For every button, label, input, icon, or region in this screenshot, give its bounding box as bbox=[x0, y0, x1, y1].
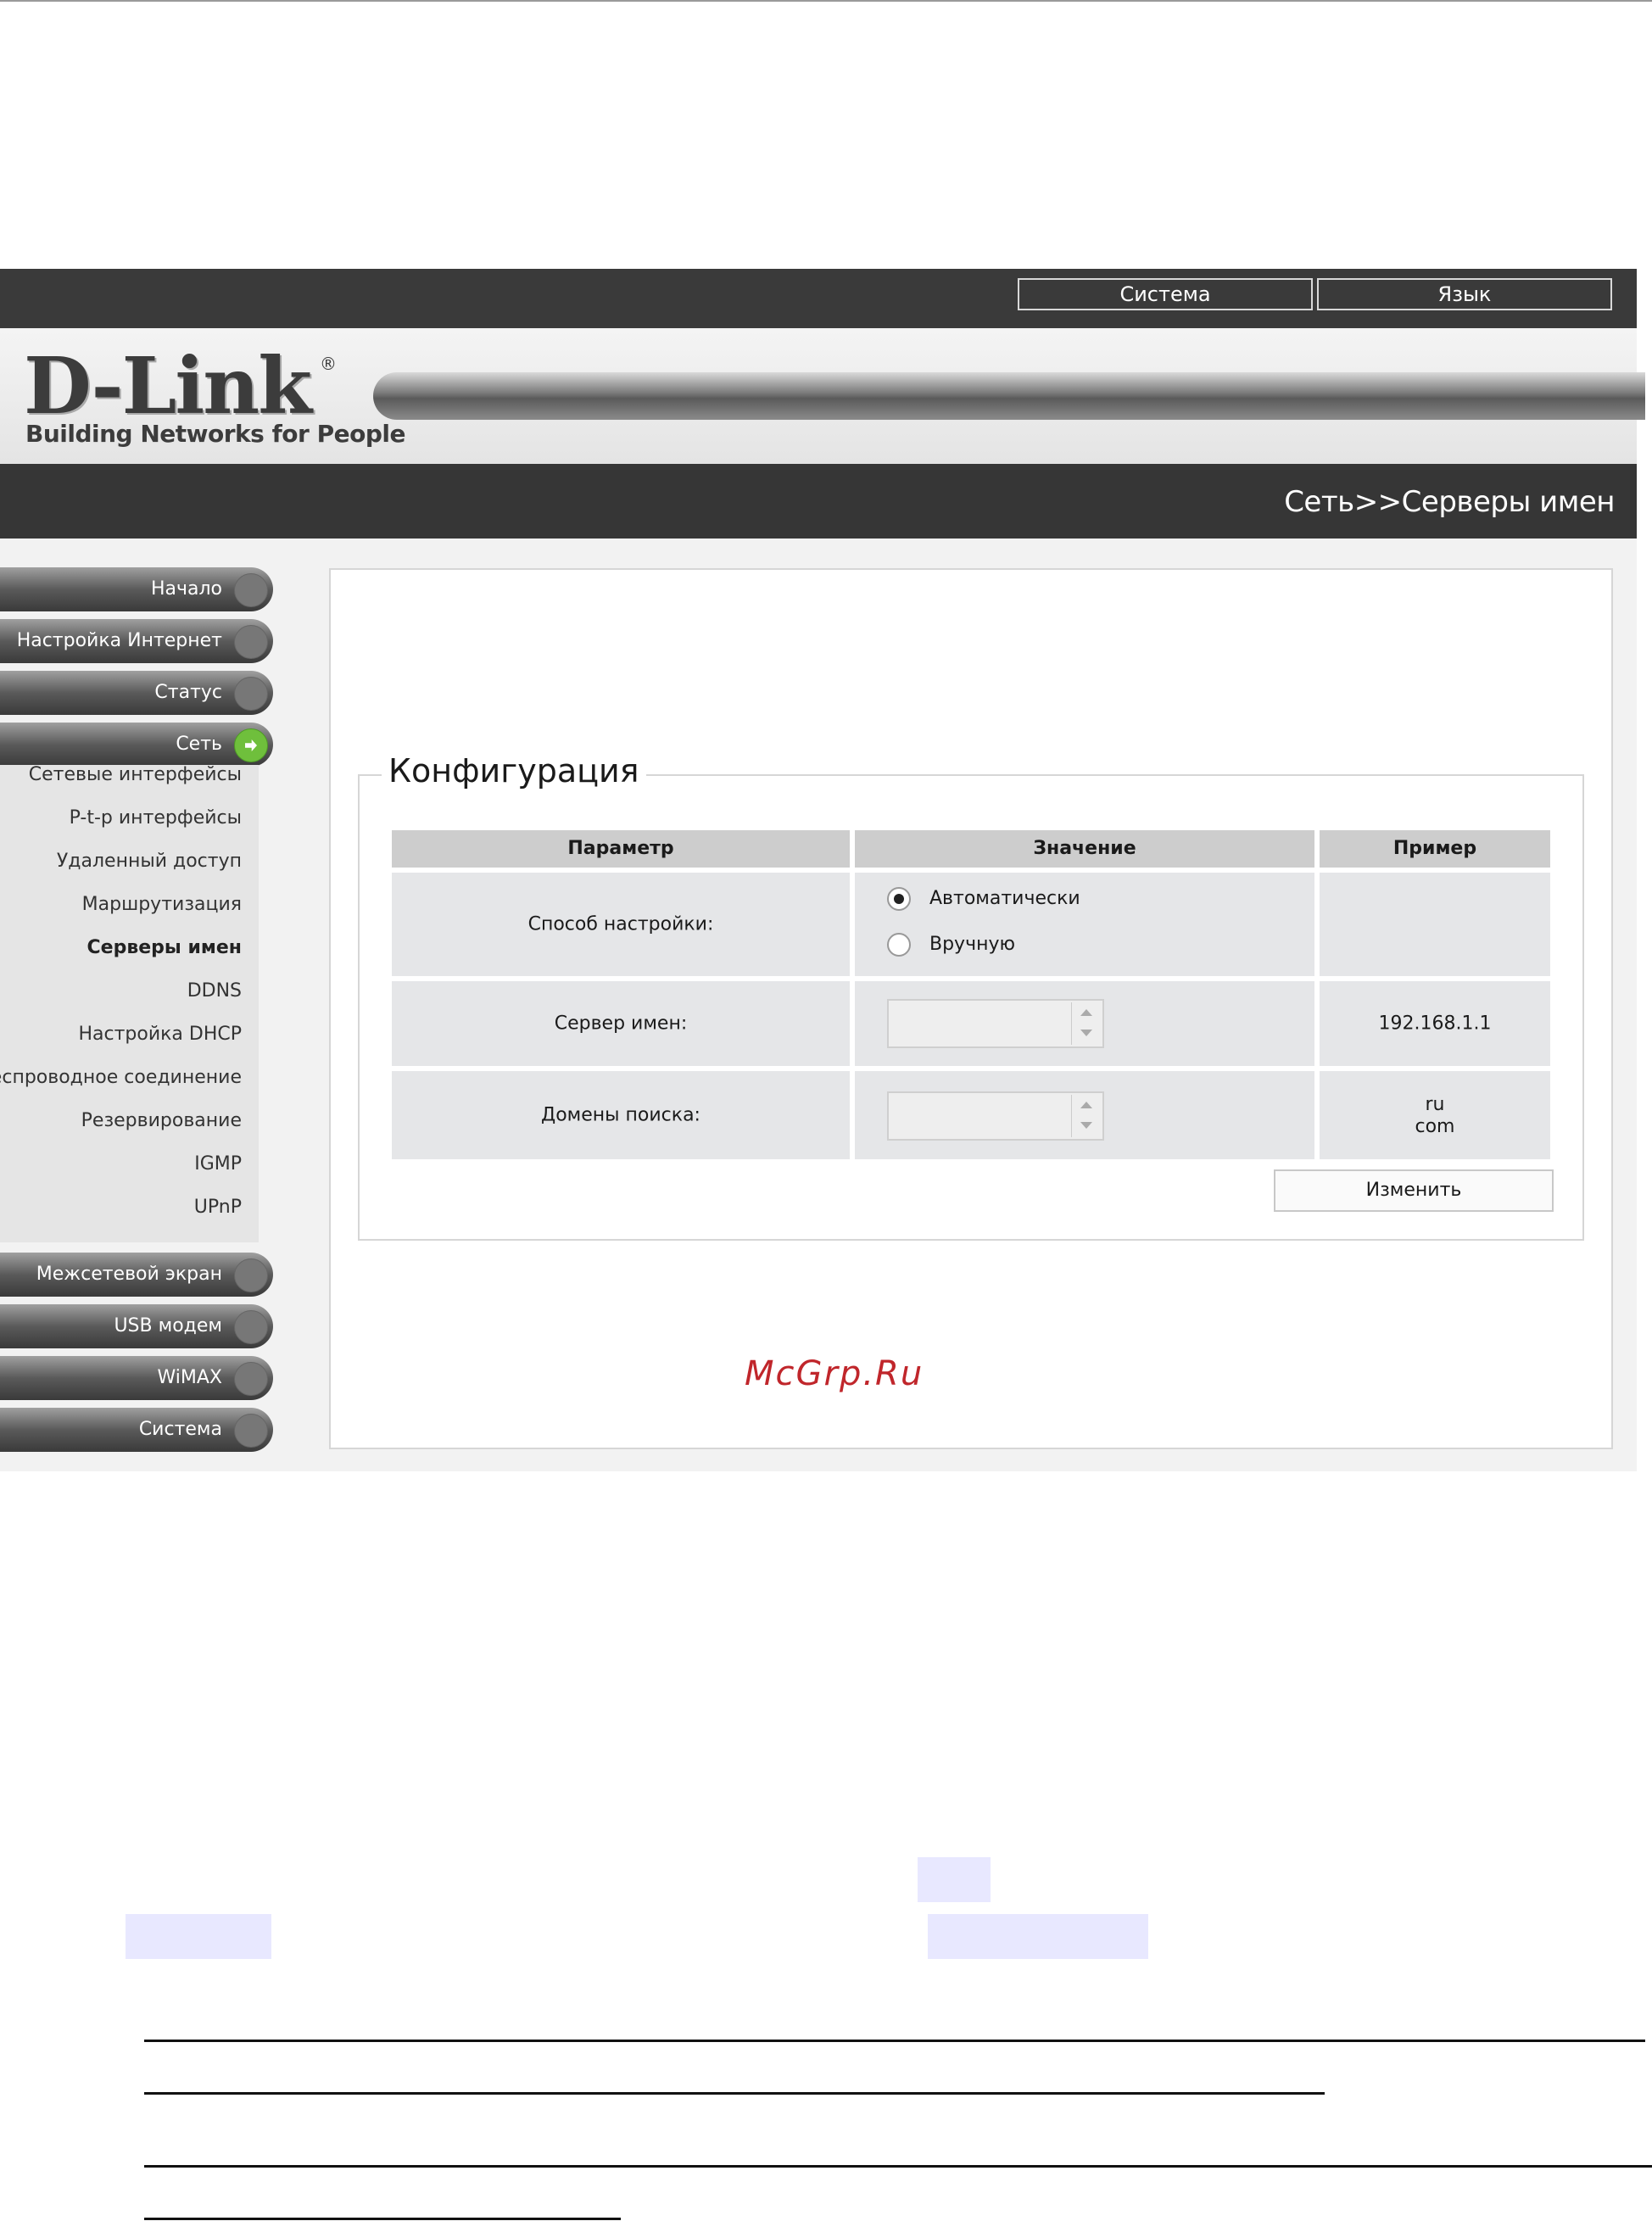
nav-usb-modem[interactable]: USB модем bbox=[0, 1304, 273, 1348]
nav-internet-setup-label: Настройка Интернет bbox=[16, 630, 222, 651]
blank-line bbox=[144, 2040, 1645, 2042]
arrow-icon bbox=[234, 1414, 268, 1448]
search-domains-spinner[interactable] bbox=[1071, 1095, 1101, 1137]
arrow-icon bbox=[234, 1258, 268, 1292]
configuration-title: Конфигурация bbox=[382, 752, 646, 790]
name-server-input[interactable] bbox=[887, 999, 1104, 1048]
registered-mark: ® bbox=[320, 354, 337, 374]
sidebar-item-name-servers[interactable]: Серверы имен bbox=[87, 937, 242, 958]
sidebar-item-network-interfaces[interactable]: Сетевые интерфейсы bbox=[29, 764, 242, 785]
logo-tagline: Building Networks for People bbox=[25, 420, 405, 448]
nav-firewall-label: Межсетевой экран bbox=[36, 1264, 222, 1285]
router-web-ui: Система Язык D-Link ® Building Networks … bbox=[0, 269, 1645, 1471]
sidebar-item-routing[interactable]: Маршрутизация bbox=[82, 894, 242, 915]
method-label: Способ настройки: bbox=[527, 913, 714, 935]
decorative-banner-bar bbox=[373, 372, 1645, 420]
sidebar-item-ddns[interactable]: DDNS bbox=[187, 980, 242, 1002]
spinner-up-icon[interactable] bbox=[1080, 1009, 1092, 1016]
table-cell-search-domains-label: Домены поиска: bbox=[392, 1071, 850, 1159]
nav-home-label: Начало bbox=[150, 578, 222, 600]
sidebar-item-wireless[interactable]: Беспроводное соединение bbox=[0, 1067, 242, 1088]
active-arrow-icon bbox=[234, 728, 268, 762]
table-cell-name-server-label: Сервер имен: bbox=[392, 981, 850, 1066]
nav-firewall[interactable]: Межсетевой экран bbox=[0, 1253, 273, 1297]
radio-manual-label[interactable]: Вручную bbox=[929, 934, 1015, 955]
page-top-rule bbox=[0, 0, 1652, 2]
arrow-icon bbox=[234, 573, 268, 607]
blank-line bbox=[144, 2165, 1652, 2168]
table-cell-method-example bbox=[1320, 873, 1550, 976]
spinner-down-icon[interactable] bbox=[1080, 1030, 1092, 1036]
radio-manual[interactable] bbox=[887, 933, 911, 957]
name-server-example: 192.168.1.1 bbox=[1378, 1013, 1492, 1035]
sidebar-item-igmp[interactable]: IGMP bbox=[194, 1153, 242, 1175]
radio-auto[interactable] bbox=[887, 887, 911, 911]
spinner-down-icon[interactable] bbox=[1080, 1122, 1092, 1129]
highlight-box bbox=[126, 1914, 271, 1959]
nav-usb-modem-label: USB модем bbox=[114, 1315, 222, 1337]
highlight-box bbox=[918, 1857, 991, 1902]
nav-network[interactable]: Сеть bbox=[0, 723, 273, 767]
column-header-example: Пример bbox=[1320, 830, 1550, 868]
arrow-icon bbox=[234, 677, 268, 711]
column-header-param: Параметр bbox=[392, 830, 850, 868]
column-header-value: Значение bbox=[855, 830, 1314, 868]
nav-network-label: Сеть bbox=[176, 734, 222, 755]
sidebar-item-upnp[interactable]: UPnP bbox=[194, 1197, 242, 1218]
nav-system-label: Система bbox=[138, 1419, 222, 1440]
nav-status[interactable]: Статус bbox=[0, 671, 273, 715]
search-domains-example-com: com bbox=[1415, 1116, 1455, 1137]
nav-system[interactable]: Система bbox=[0, 1408, 273, 1452]
nav-home[interactable]: Начало bbox=[0, 567, 273, 611]
search-domains-example-ru: ru bbox=[1425, 1094, 1445, 1115]
change-button[interactable]: Изменить bbox=[1274, 1169, 1554, 1212]
dlink-logo: D-Link bbox=[24, 340, 312, 432]
table-cell-method-value: Автоматически Вручную bbox=[855, 873, 1314, 976]
table-cell-search-domains-example: ru com bbox=[1320, 1071, 1550, 1159]
sidebar-item-dhcp-setup[interactable]: Настройка DHCP bbox=[78, 1024, 242, 1045]
sidebar-item-backup[interactable]: Резервирование bbox=[81, 1110, 242, 1131]
top-bar: Система Язык bbox=[0, 269, 1637, 328]
system-menu-button[interactable]: Система bbox=[1018, 278, 1313, 310]
blank-line bbox=[144, 2092, 1325, 2095]
name-server-label: Сервер имен: bbox=[554, 1013, 688, 1035]
blank-line bbox=[144, 2218, 621, 2220]
nav-status-label: Статус bbox=[154, 682, 222, 703]
nav-wimax-label: WiMAX bbox=[157, 1367, 222, 1388]
table-cell-method-label: Способ настройки: bbox=[392, 873, 850, 976]
breadcrumb-bar: Сеть>>Серверы имен bbox=[0, 464, 1637, 539]
radio-auto-label[interactable]: Автоматически bbox=[929, 888, 1080, 909]
table-cell-name-server-example: 192.168.1.1 bbox=[1320, 981, 1550, 1066]
breadcrumb: Сеть>>Серверы имен bbox=[1284, 485, 1615, 519]
watermark: McGrp.Ru bbox=[745, 1354, 924, 1393]
arrow-icon bbox=[234, 1362, 268, 1396]
language-menu-button[interactable]: Язык bbox=[1317, 278, 1612, 310]
table-cell-name-server-value bbox=[855, 981, 1314, 1066]
search-domains-input[interactable] bbox=[887, 1091, 1104, 1141]
highlight-box bbox=[928, 1914, 1148, 1959]
nav-wimax[interactable]: WiMAX bbox=[0, 1356, 273, 1400]
arrow-icon bbox=[234, 625, 268, 659]
spinner-up-icon[interactable] bbox=[1080, 1102, 1092, 1108]
search-domains-label: Домены поиска: bbox=[541, 1104, 700, 1126]
sidebar-item-ptp-interfaces[interactable]: P-t-p интерфейсы bbox=[70, 807, 242, 829]
sidebar-item-remote-access[interactable]: Удаленный доступ bbox=[57, 851, 242, 872]
table-cell-search-domains-value bbox=[855, 1071, 1314, 1159]
nav-internet-setup[interactable]: Настройка Интернет bbox=[0, 619, 273, 663]
arrow-icon bbox=[234, 1310, 268, 1344]
name-server-spinner[interactable] bbox=[1071, 1002, 1101, 1045]
